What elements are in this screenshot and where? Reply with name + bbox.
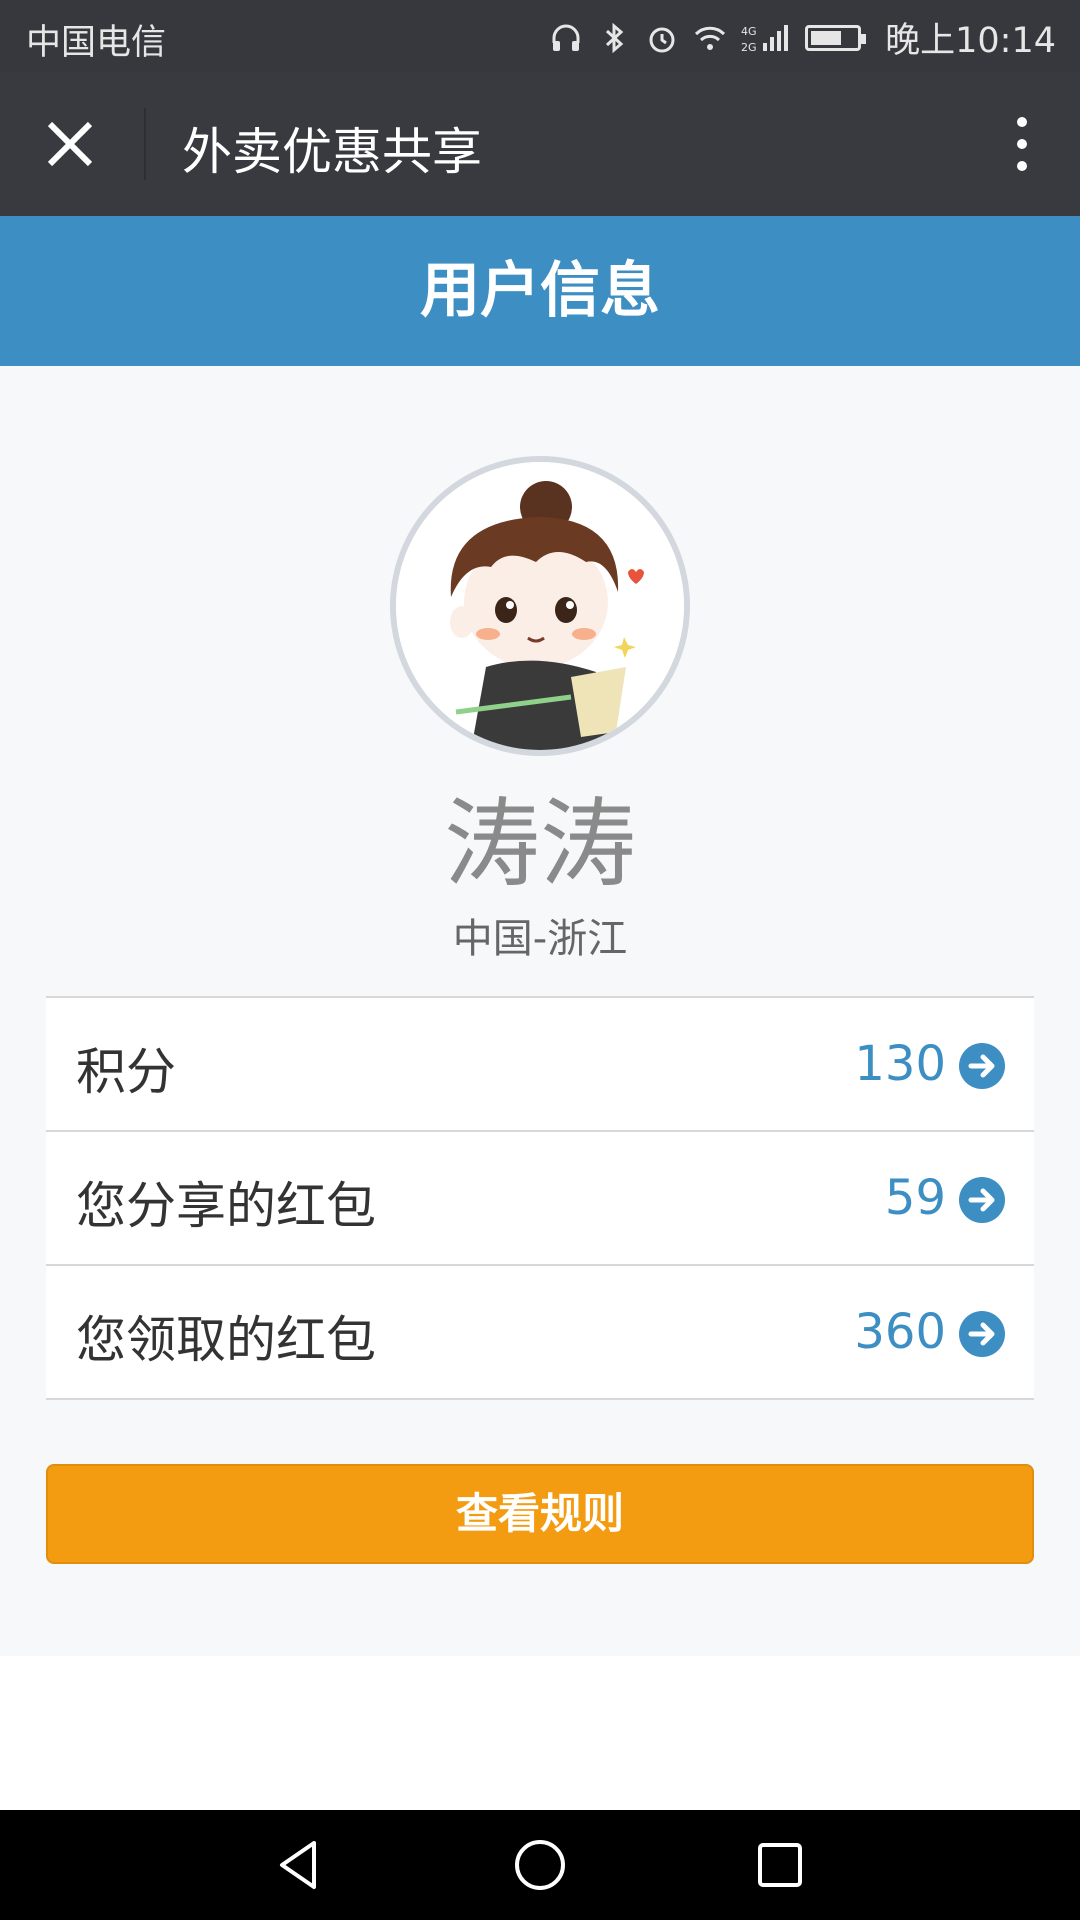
- bluetooth-icon: [597, 21, 631, 55]
- cartoon-boy-avatar-image: [396, 462, 684, 750]
- received-red-packets-label: 您领取的红包: [76, 1311, 376, 1369]
- headphones-icon: [549, 21, 583, 55]
- view-rules-button[interactable]: 查看规则: [46, 1464, 1034, 1564]
- user-location: 中国-浙江: [452, 916, 628, 962]
- back-triangle-icon: [280, 1841, 316, 1889]
- carrier-label: 中国电信: [26, 23, 167, 63]
- signal-icon: 4G 2G: [741, 21, 791, 55]
- alarm-icon: [645, 21, 679, 55]
- status-bar: 中国电信 4G 2G 晚上10:14: [0, 0, 1080, 72]
- battery-icon: [805, 24, 867, 51]
- system-nav-bar: [0, 1810, 1080, 1920]
- more-options-button[interactable]: [992, 108, 1052, 180]
- list-item-received-red-packets[interactable]: 您领取的红包 360: [46, 1266, 1034, 1400]
- more-vertical-icon: [1017, 117, 1027, 171]
- user-name: 涛涛: [444, 788, 636, 900]
- app-title: 外卖优惠共享: [182, 123, 482, 181]
- recents-button[interactable]: [750, 1835, 810, 1895]
- shared-red-packets-value: 59: [884, 1170, 946, 1226]
- avatar: [390, 456, 690, 756]
- home-circle-icon: [515, 1840, 565, 1890]
- header-divider: [144, 108, 146, 180]
- svg-text:2G: 2G: [741, 41, 757, 54]
- user-info-section: 涛涛 中国-浙江 积分 130 您分享的红包 59 您领取的红包 360 查看规…: [0, 366, 1080, 1656]
- page-title: 用户信息: [0, 216, 1080, 366]
- recents-square-icon: [758, 1843, 802, 1887]
- arrow-right-circle-icon: [958, 1042, 1006, 1090]
- shared-red-packets-label: 您分享的红包: [76, 1177, 376, 1235]
- arrow-right-circle-icon: [958, 1310, 1006, 1358]
- back-button[interactable]: [270, 1835, 330, 1895]
- points-label: 积分: [76, 1043, 176, 1101]
- stats-list: 积分 130 您分享的红包 59 您领取的红包 360: [46, 996, 1034, 1400]
- clock-label: 晚上10:14: [885, 21, 1056, 61]
- svg-text:4G: 4G: [741, 25, 757, 38]
- list-item-shared-red-packets[interactable]: 您分享的红包 59: [46, 1132, 1034, 1266]
- close-button[interactable]: [30, 108, 110, 180]
- received-red-packets-value: 360: [854, 1304, 946, 1360]
- arrow-right-circle-icon: [958, 1176, 1006, 1224]
- app-header: 外卖优惠共享: [0, 72, 1080, 216]
- close-icon: [47, 121, 93, 167]
- status-icons: 4G 2G 晚上10:14: [549, 12, 1056, 63]
- wifi-icon: [693, 21, 727, 55]
- home-button[interactable]: [510, 1835, 570, 1895]
- list-item-points[interactable]: 积分 130: [46, 998, 1034, 1132]
- points-value: 130: [854, 1036, 946, 1092]
